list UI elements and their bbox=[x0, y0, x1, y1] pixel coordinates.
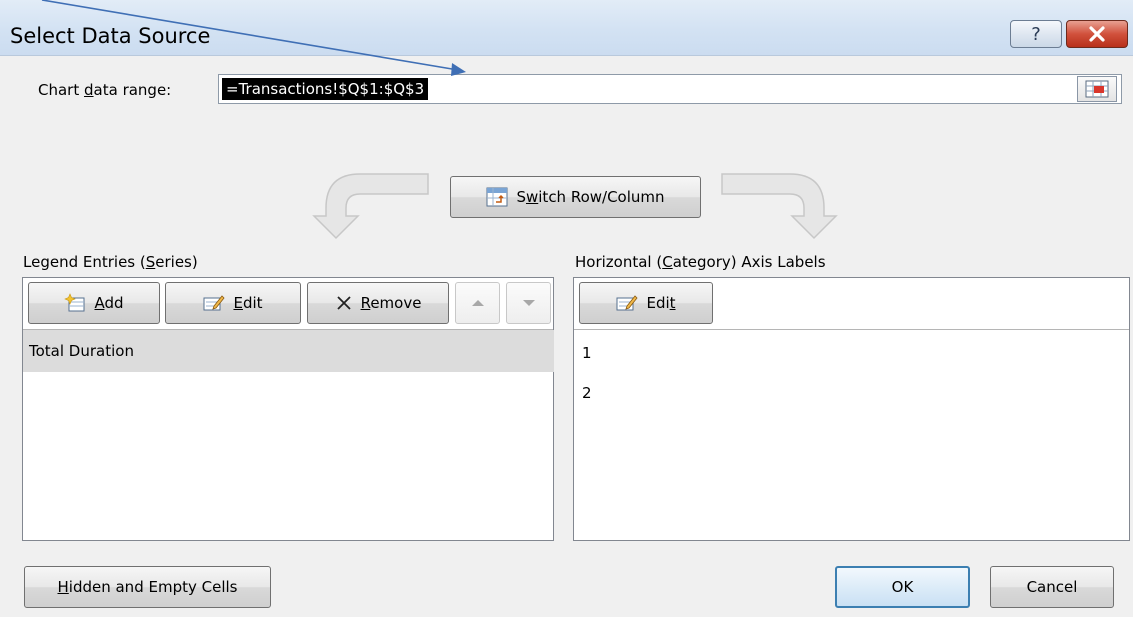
series-list-item[interactable]: Total Duration bbox=[23, 330, 554, 372]
category-list-item: 2 bbox=[582, 384, 592, 402]
remove-icon bbox=[336, 296, 351, 310]
hidden-empty-cells-button[interactable]: Hidden and Empty Cells bbox=[24, 566, 271, 608]
switch-icon bbox=[486, 187, 508, 207]
category-list-item: 1 bbox=[582, 344, 592, 362]
close-icon bbox=[1089, 26, 1105, 42]
switch-label: Switch Row/Column bbox=[516, 188, 665, 206]
help-button[interactable]: ? bbox=[1010, 20, 1062, 48]
move-down-button[interactable] bbox=[506, 282, 551, 324]
move-down-icon bbox=[522, 300, 535, 306]
cancel-button[interactable]: Cancel bbox=[990, 566, 1114, 608]
chart-data-range-label: Chart data range: bbox=[38, 81, 171, 99]
range-label-part: Chart bbox=[38, 81, 84, 99]
move-up-icon bbox=[471, 300, 484, 306]
chart-data-range-input[interactable]: =Transactions!$Q$1:$Q$3 bbox=[218, 74, 1122, 104]
range-label-part: ata range: bbox=[93, 81, 172, 99]
remove-label: Remove bbox=[360, 294, 422, 312]
range-label-accel: d bbox=[84, 81, 94, 99]
title-bar: Select Data Source ? bbox=[0, 0, 1133, 56]
move-up-button[interactable] bbox=[455, 282, 500, 324]
curved-arrow-left-icon bbox=[312, 173, 429, 240]
hidden-empty-cells-label: Hidden and Empty Cells bbox=[57, 578, 238, 596]
category-axis-labels-label: Horizontal (Category) Axis Labels bbox=[575, 253, 826, 271]
edit-label: Edit bbox=[233, 294, 263, 312]
curved-arrow-right-icon bbox=[721, 173, 838, 240]
legend-entries-panel: Add Edit Remove Total Duration bbox=[22, 277, 554, 541]
dialog-title: Select Data Source bbox=[10, 24, 211, 48]
help-icon: ? bbox=[1031, 23, 1041, 45]
collapse-dialog-button[interactable] bbox=[1077, 76, 1117, 102]
category-axis-panel: Edit 1 2 bbox=[573, 277, 1130, 541]
edit-icon bbox=[616, 295, 639, 311]
range-selected-text: =Transactions!$Q$1:$Q$3 bbox=[222, 78, 429, 100]
edit-series-button[interactable]: Edit bbox=[165, 282, 301, 324]
legend-toolbar: Add Edit Remove bbox=[23, 278, 553, 330]
ok-button[interactable]: OK bbox=[835, 566, 970, 608]
add-icon bbox=[64, 293, 85, 312]
range-select-icon bbox=[1085, 80, 1109, 98]
legend-entries-label: Legend Entries (Series) bbox=[23, 253, 198, 271]
remove-series-button[interactable]: Remove bbox=[307, 282, 449, 324]
close-button[interactable] bbox=[1066, 20, 1128, 48]
category-edit-label: Edit bbox=[646, 294, 676, 312]
add-label: Add bbox=[94, 294, 124, 312]
switch-row-column-button[interactable]: Switch Row/Column bbox=[450, 176, 701, 218]
category-toolbar: Edit bbox=[574, 278, 1129, 330]
add-series-button[interactable]: Add bbox=[28, 282, 160, 324]
edit-category-button[interactable]: Edit bbox=[579, 282, 713, 324]
edit-icon bbox=[203, 295, 226, 311]
